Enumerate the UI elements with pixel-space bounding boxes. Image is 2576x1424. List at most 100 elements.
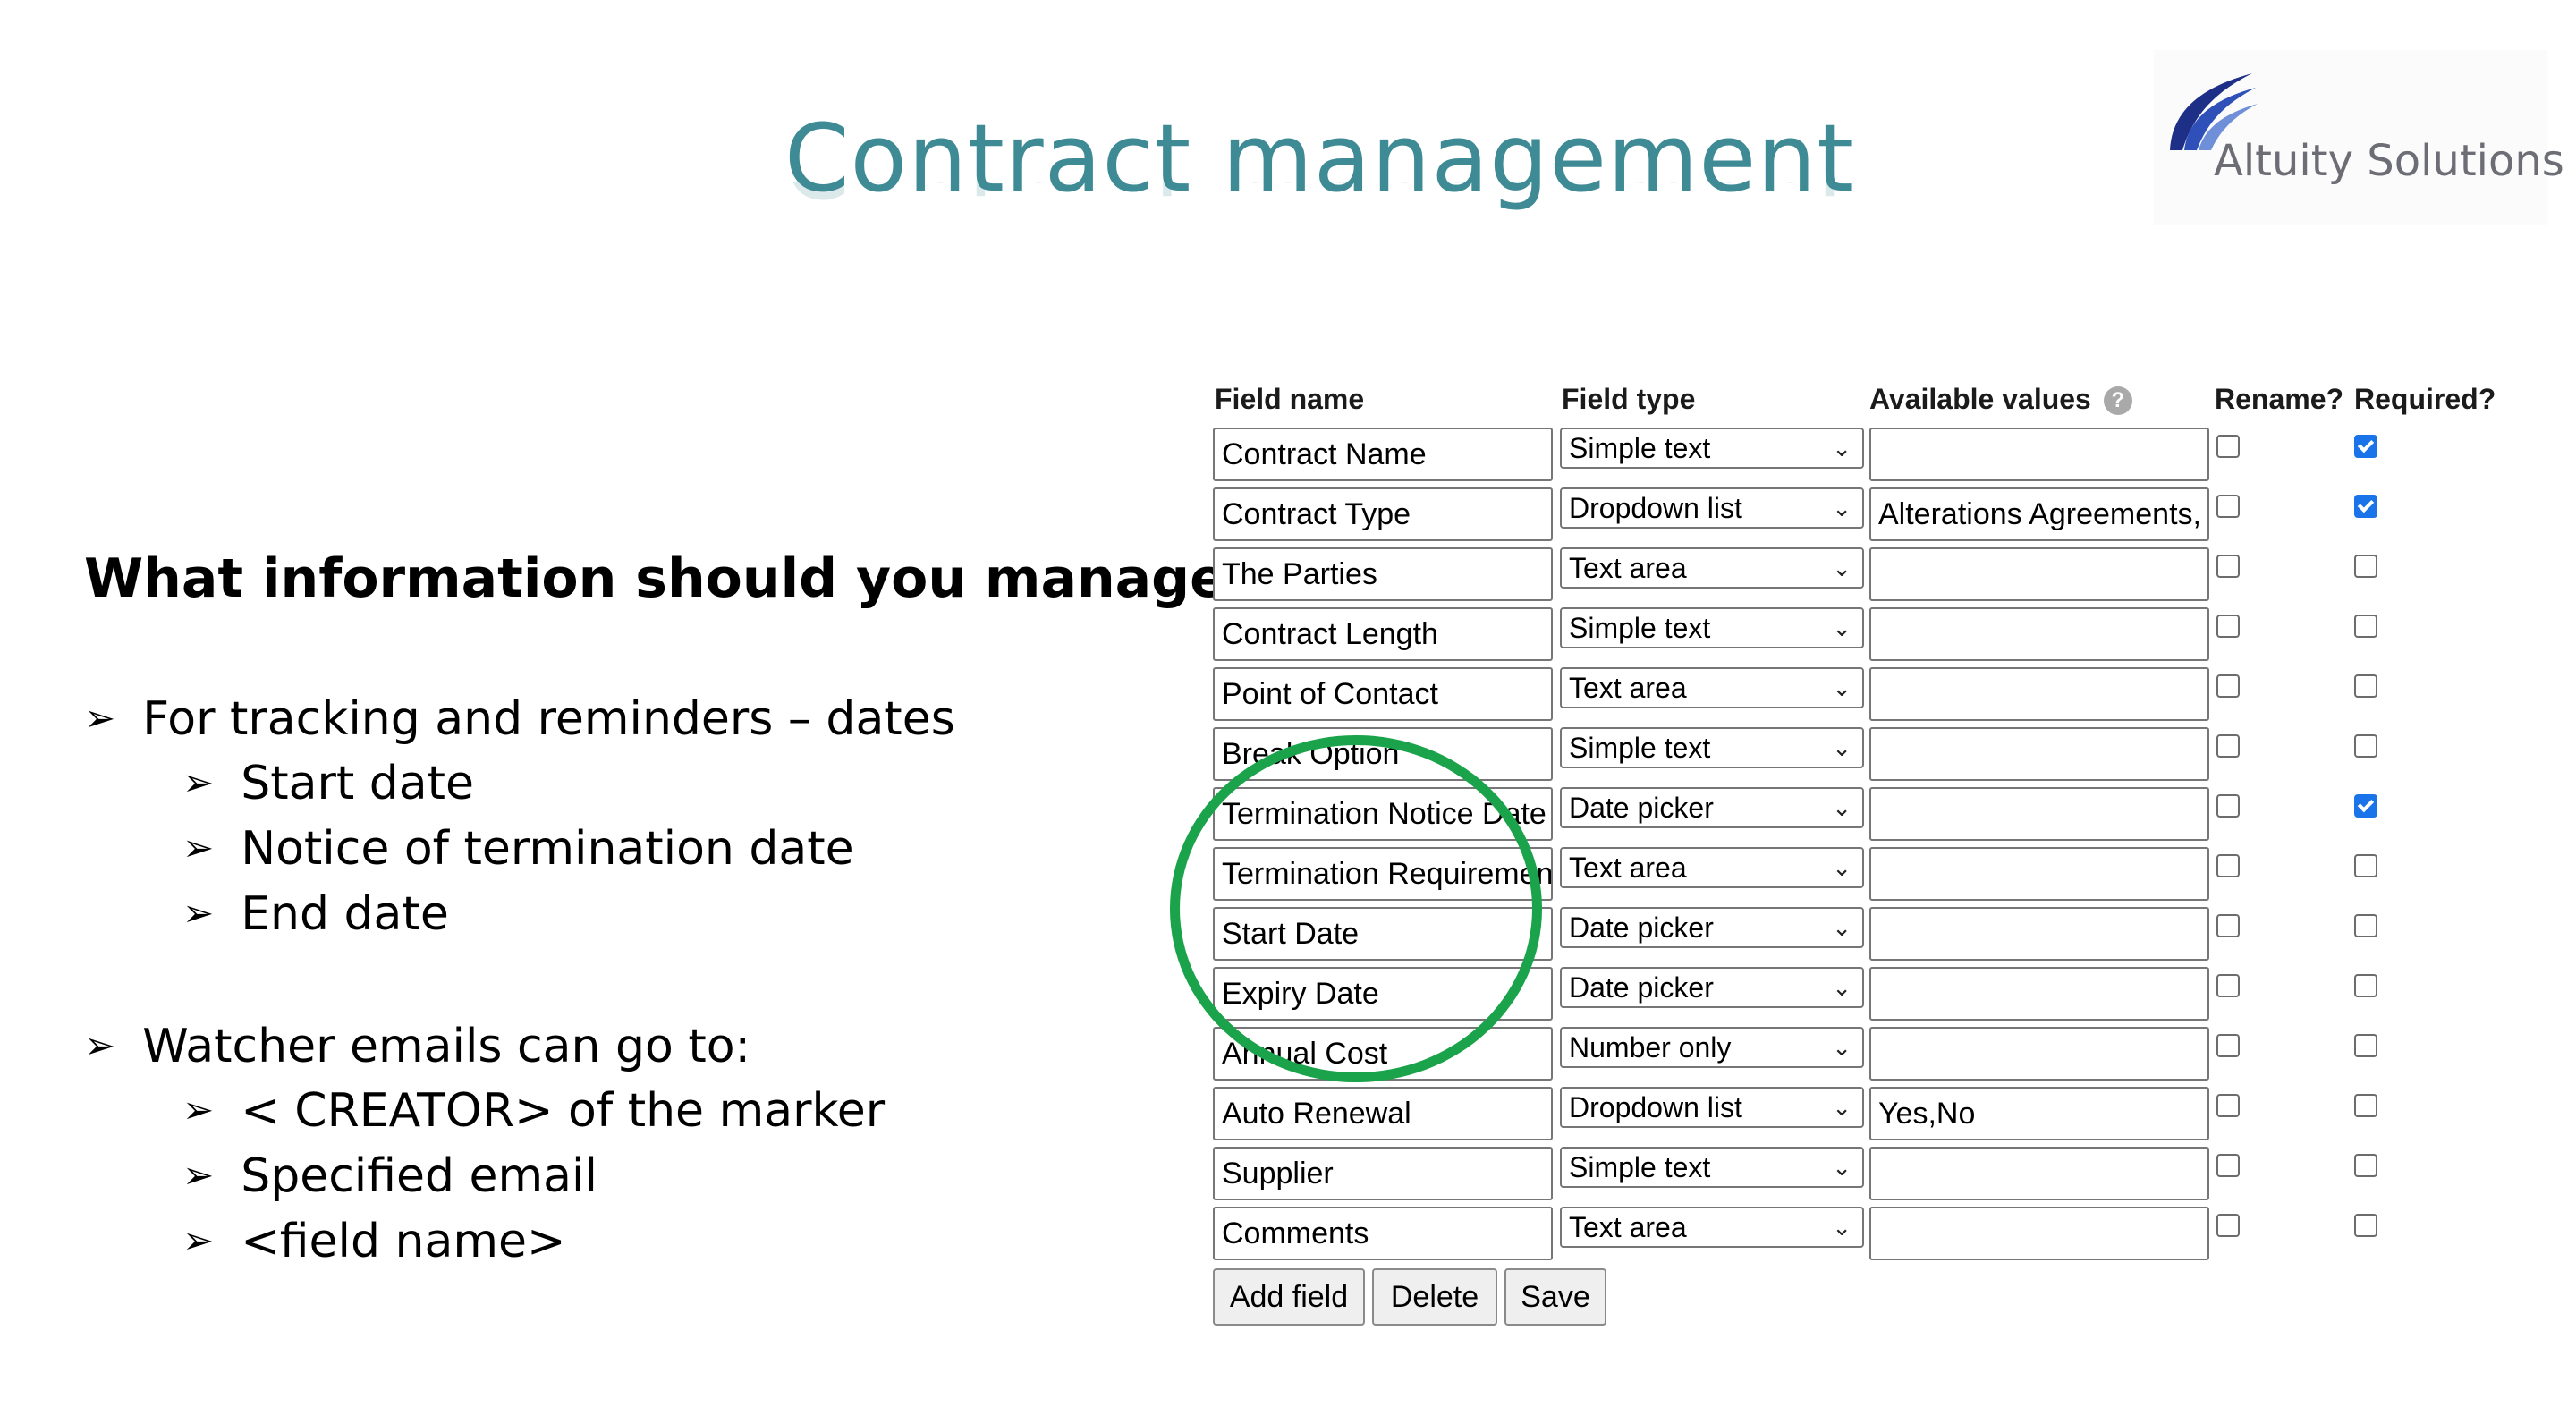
field-type-select[interactable]: Date picker ⌄ xyxy=(1560,967,1864,1008)
field-name-input[interactable]: Termination Notice Date xyxy=(1213,787,1553,841)
field-name-input[interactable]: Comments xyxy=(1213,1207,1553,1260)
required-checkbox[interactable] xyxy=(2354,674,2377,698)
sub-bullet-text: Specified email xyxy=(241,1149,597,1203)
delete-button[interactable]: Delete xyxy=(1372,1268,1497,1326)
field-type-value: Date picker xyxy=(1569,911,1714,944)
available-values-input[interactable] xyxy=(1869,847,2209,901)
sub-bullet-text: Start date xyxy=(241,757,475,810)
field-name-input[interactable]: Point of Contact xyxy=(1213,667,1553,721)
required-checkbox[interactable] xyxy=(2354,1034,2377,1057)
available-values-input[interactable] xyxy=(1869,607,2209,661)
field-name-input[interactable]: Break Option xyxy=(1213,727,1553,781)
field-name-input[interactable]: Contract Length xyxy=(1213,607,1553,661)
required-checkbox[interactable] xyxy=(2354,794,2377,818)
question-heading: What information should you manage? xyxy=(84,547,1258,610)
sub-bullet-item: ➢ End date xyxy=(182,887,449,944)
field-type-select[interactable]: Text area ⌄ xyxy=(1560,847,1864,888)
required-checkbox[interactable] xyxy=(2354,1214,2377,1237)
available-values-input[interactable]: Yes,No xyxy=(1869,1087,2209,1140)
available-values-input[interactable] xyxy=(1869,547,2209,601)
available-values-input[interactable] xyxy=(1869,667,2209,721)
required-checkbox[interactable] xyxy=(2354,435,2377,458)
field-name-input[interactable]: Start Date xyxy=(1213,907,1553,961)
sub-bullet-text: <field name> xyxy=(241,1215,566,1268)
required-checkbox[interactable] xyxy=(2354,615,2377,638)
rename-checkbox[interactable] xyxy=(2216,555,2240,578)
rename-checkbox[interactable] xyxy=(2216,1154,2240,1177)
rename-checkbox[interactable] xyxy=(2216,914,2240,937)
rename-checkbox[interactable] xyxy=(2216,615,2240,638)
required-checkbox[interactable] xyxy=(2354,555,2377,578)
help-icon[interactable]: ? xyxy=(2103,386,2132,415)
available-values-input[interactable] xyxy=(1869,727,2209,781)
available-values-input[interactable] xyxy=(1869,428,2209,481)
chevron-down-icon: ⌄ xyxy=(1832,495,1852,521)
rename-checkbox[interactable] xyxy=(2216,794,2240,818)
field-type-select[interactable]: Date picker ⌄ xyxy=(1560,907,1864,948)
field-type-value: Simple text xyxy=(1569,732,1711,764)
field-type-select[interactable]: Dropdown list ⌄ xyxy=(1560,487,1864,529)
field-type-value: Text area xyxy=(1569,552,1687,584)
field-type-select[interactable]: Text area ⌄ xyxy=(1560,547,1864,589)
rename-checkbox[interactable] xyxy=(2216,974,2240,997)
chevron-down-icon: ⌄ xyxy=(1832,734,1852,761)
field-type-value: Dropdown list xyxy=(1569,492,1742,524)
field-type-select[interactable]: Number only ⌄ xyxy=(1560,1027,1864,1068)
field-type-value: Text area xyxy=(1569,852,1687,884)
field-type-select[interactable]: Text area ⌄ xyxy=(1560,1207,1864,1248)
company-logo: Altuity Solutions xyxy=(2154,50,2564,225)
chevron-down-icon: ⌄ xyxy=(1832,1094,1852,1121)
available-values-input[interactable] xyxy=(1869,1147,2209,1200)
field-type-select[interactable]: Simple text ⌄ xyxy=(1560,428,1864,469)
rename-checkbox[interactable] xyxy=(2216,495,2240,518)
chevron-down-icon: ⌄ xyxy=(1832,794,1852,821)
available-values-input[interactable] xyxy=(1869,1207,2209,1260)
required-checkbox[interactable] xyxy=(2354,974,2377,997)
rename-checkbox[interactable] xyxy=(2216,1034,2240,1057)
rename-checkbox[interactable] xyxy=(2216,435,2240,458)
save-button[interactable]: Save xyxy=(1504,1268,1606,1326)
required-checkbox[interactable] xyxy=(2354,495,2377,518)
chevron-down-icon: ⌄ xyxy=(1832,674,1852,701)
field-name-input[interactable]: The Parties xyxy=(1213,547,1553,601)
chevron-down-icon: ⌄ xyxy=(1832,974,1852,1001)
field-name-input[interactable]: Contract Name xyxy=(1213,428,1553,481)
required-checkbox[interactable] xyxy=(2354,734,2377,758)
required-checkbox[interactable] xyxy=(2354,914,2377,937)
available-values-input[interactable] xyxy=(1869,787,2209,841)
rename-checkbox[interactable] xyxy=(2216,734,2240,758)
rename-checkbox[interactable] xyxy=(2216,674,2240,698)
required-checkbox[interactable] xyxy=(2354,1094,2377,1117)
field-name-input[interactable]: Annual Cost xyxy=(1213,1027,1553,1081)
header-required: Required? xyxy=(2354,383,2496,415)
field-type-value: Text area xyxy=(1569,1211,1687,1243)
sub-bullet-item: ➢ Specified email xyxy=(182,1149,597,1206)
field-type-value: Date picker xyxy=(1569,792,1714,824)
field-type-select[interactable]: Simple text ⌄ xyxy=(1560,607,1864,648)
logo-text: Altuity Solutions xyxy=(2214,136,2564,186)
header-field-name: Field name xyxy=(1215,383,1365,415)
field-name-input[interactable]: Termination Requirement xyxy=(1213,847,1553,901)
rename-checkbox[interactable] xyxy=(2216,854,2240,877)
field-type-select[interactable]: Simple text ⌄ xyxy=(1560,1147,1864,1188)
available-values-input[interactable]: Alterations Agreements, xyxy=(1869,487,2209,541)
required-checkbox[interactable] xyxy=(2354,854,2377,877)
available-values-input[interactable] xyxy=(1869,1027,2209,1081)
rename-checkbox[interactable] xyxy=(2216,1214,2240,1237)
field-name-input[interactable]: Expiry Date xyxy=(1213,967,1553,1021)
field-name-input[interactable]: Contract Type xyxy=(1213,487,1553,541)
field-type-select[interactable]: Dropdown list ⌄ xyxy=(1560,1087,1864,1128)
available-values-input[interactable] xyxy=(1869,907,2209,961)
field-type-select[interactable]: Text area ⌄ xyxy=(1560,667,1864,708)
rename-checkbox[interactable] xyxy=(2216,1094,2240,1117)
required-checkbox[interactable] xyxy=(2354,1154,2377,1177)
chevron-down-icon: ⌄ xyxy=(1832,914,1852,941)
bullet-text: Watcher emails can go to: xyxy=(142,1020,751,1073)
field-type-select[interactable]: Date picker ⌄ xyxy=(1560,787,1864,828)
field-name-input[interactable]: Auto Renewal xyxy=(1213,1087,1553,1140)
arrow-bullet-icon: ➢ xyxy=(182,891,215,935)
field-type-select[interactable]: Simple text ⌄ xyxy=(1560,727,1864,768)
add-field-button[interactable]: Add field xyxy=(1213,1268,1365,1326)
available-values-input[interactable] xyxy=(1869,967,2209,1021)
field-name-input[interactable]: Supplier xyxy=(1213,1147,1553,1200)
